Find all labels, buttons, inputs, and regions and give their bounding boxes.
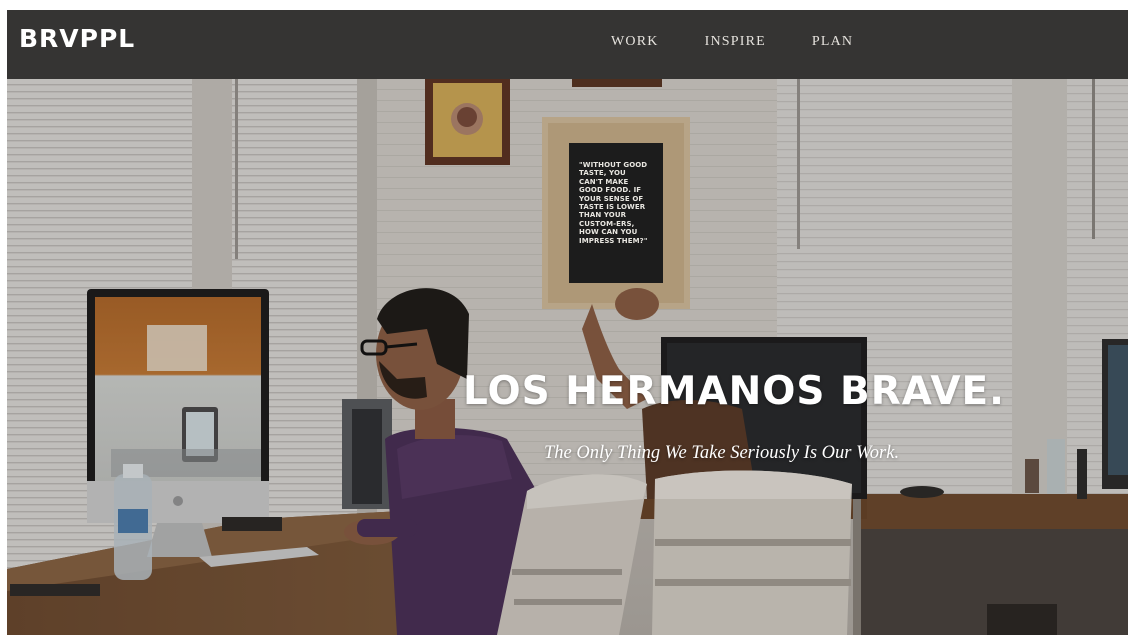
poster-quote: "WITHOUT GOOD TASTE, YOU CAN'T MAKE GOOD… — [579, 161, 648, 245]
hero-subtitle: The Only Thing We Take Seriously Is Our … — [544, 443, 900, 463]
nav-item-inspire[interactable]: INSPIRE — [705, 34, 766, 50]
hero-title: LOS HERMANOS BRAVE. — [463, 369, 1005, 414]
site-header: BRVPPL WORK INSPIRE PLAN — [7, 10, 1128, 79]
website-frame: BRVPPL WORK INSPIRE PLAN "WITHOUT GOOD T… — [7, 10, 1128, 635]
hero-office-photo — [7, 79, 1128, 635]
brand-logo[interactable]: BRVPPL — [19, 24, 135, 53]
nav-item-work[interactable]: WORK — [611, 34, 659, 50]
main-nav: WORK INSPIRE PLAN — [611, 34, 853, 50]
hero-section: "WITHOUT GOOD TASTE, YOU CAN'T MAKE GOOD… — [7, 79, 1128, 635]
nav-item-plan[interactable]: PLAN — [812, 34, 853, 50]
